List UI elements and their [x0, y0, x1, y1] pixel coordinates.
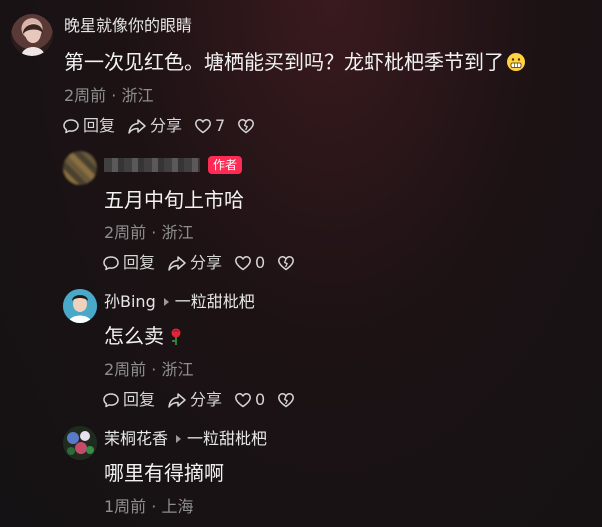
- reply-to-username[interactable]: 一粒甜枇杷: [187, 429, 267, 449]
- reply-item: 茉桐花香 一粒甜枇杷 哪里有得摘啊 1周前 · 上海: [0, 424, 602, 527]
- like-button[interactable]: 7: [194, 116, 225, 136]
- avatar-flowers-icon: [63, 426, 97, 460]
- avatar-portrait-icon: [21, 23, 45, 56]
- comment-text: 哪里有得摘啊: [104, 461, 224, 485]
- comment-time-location: 2周前 · 浙江: [64, 86, 154, 105]
- share-arrow-icon: [168, 393, 186, 408]
- comment-text: 五月中旬上市哈: [104, 188, 244, 212]
- share-label: 分享: [190, 390, 223, 409]
- avatar-portrait-icon: [63, 289, 97, 323]
- comment-actions: 回复 分享 0: [102, 390, 295, 410]
- share-arrow-icon: [168, 256, 186, 271]
- comment-username: 孙Bing 一粒甜枇杷: [104, 292, 255, 312]
- share-label: 分享: [150, 116, 183, 135]
- share-button[interactable]: 分享: [127, 116, 182, 136]
- reply-button[interactable]: 回复: [102, 253, 155, 273]
- share-button[interactable]: 分享: [167, 390, 222, 410]
- dislike-heart-icon: [278, 393, 295, 408]
- rose-emoji-icon: [171, 328, 181, 345]
- comment-text: 怎么卖: [104, 323, 184, 349]
- avatar[interactable]: [63, 151, 97, 185]
- blurred-username: [104, 158, 200, 172]
- comment-actions: 回复 分享 0: [102, 253, 295, 273]
- dislike-heart-icon: [278, 256, 295, 271]
- comment-text-content: 怎么卖: [104, 324, 164, 348]
- reply-bubble-icon: [103, 393, 119, 408]
- avatar[interactable]: [11, 14, 53, 56]
- reply-item: 作者 五月中旬上市哈 2周前 · 浙江 回复 分享 0: [0, 150, 602, 280]
- comment-section: 晚星就像你的眼睛 第一次见红色。塘栖能买到吗？龙虾枇杷季节到了 2周前 · 浙江…: [0, 0, 602, 527]
- comment-username[interactable]: 晚星就像你的眼睛: [64, 16, 192, 36]
- reply-bubble-icon: [103, 256, 119, 271]
- like-count: 7: [215, 116, 226, 135]
- dislike-button[interactable]: [237, 117, 255, 135]
- reply-button[interactable]: 回复: [102, 390, 155, 410]
- comment-text-content: 第一次见红色。塘栖能买到吗？龙虾枇杷季节到了: [64, 50, 504, 74]
- comment-time-location: 2周前 · 浙江: [104, 223, 194, 242]
- like-button[interactable]: 0: [234, 253, 265, 273]
- dislike-button[interactable]: [277, 254, 295, 272]
- share-arrow-icon: [128, 119, 146, 134]
- reply-label: 回复: [83, 116, 116, 135]
- reply-label: 回复: [123, 253, 156, 272]
- like-count: 0: [255, 253, 266, 272]
- reply-username[interactable]: 孙Bing: [104, 292, 156, 312]
- reply-label: 回复: [123, 390, 156, 409]
- author-badge: 作者: [208, 156, 243, 174]
- dislike-heart-icon: [238, 119, 255, 134]
- reply-username[interactable]: 茉桐花香: [104, 429, 168, 449]
- comment-text: 第一次见红色。塘栖能买到吗？龙虾枇杷季节到了: [64, 49, 526, 75]
- reply-to-arrow-icon: [163, 298, 169, 306]
- heart-icon: [195, 119, 211, 134]
- avatar[interactable]: [63, 426, 97, 460]
- comment-time-location: 1周前 · 上海: [104, 497, 194, 516]
- share-button[interactable]: 分享: [167, 253, 222, 273]
- reply-to-arrow-icon: [176, 435, 182, 443]
- avatar[interactable]: [63, 289, 97, 323]
- comment-item: 晚星就像你的眼睛 第一次见红色。塘栖能买到吗？龙虾枇杷季节到了 2周前 · 浙江…: [0, 0, 602, 150]
- like-button[interactable]: 0: [234, 390, 265, 410]
- comment-username: 茉桐花香 一粒甜枇杷: [104, 429, 267, 449]
- like-count: 0: [255, 390, 266, 409]
- dislike-button[interactable]: [277, 391, 295, 409]
- comment-time-location: 2周前 · 浙江: [104, 360, 194, 379]
- reply-bubble-icon: [63, 119, 79, 134]
- reply-to-username[interactable]: 一粒甜枇杷: [175, 292, 255, 312]
- grimace-emoji-icon: [507, 53, 525, 71]
- share-label: 分享: [190, 253, 223, 272]
- reply-item: 孙Bing 一粒甜枇杷 怎么卖 2周前 · 浙江 回复 分享 0: [0, 287, 602, 417]
- reply-button[interactable]: 回复: [62, 116, 115, 136]
- heart-icon: [235, 393, 251, 408]
- comment-username[interactable]: 作者: [104, 156, 243, 174]
- comment-actions: 回复 分享 7: [62, 116, 255, 136]
- heart-icon: [235, 256, 251, 271]
